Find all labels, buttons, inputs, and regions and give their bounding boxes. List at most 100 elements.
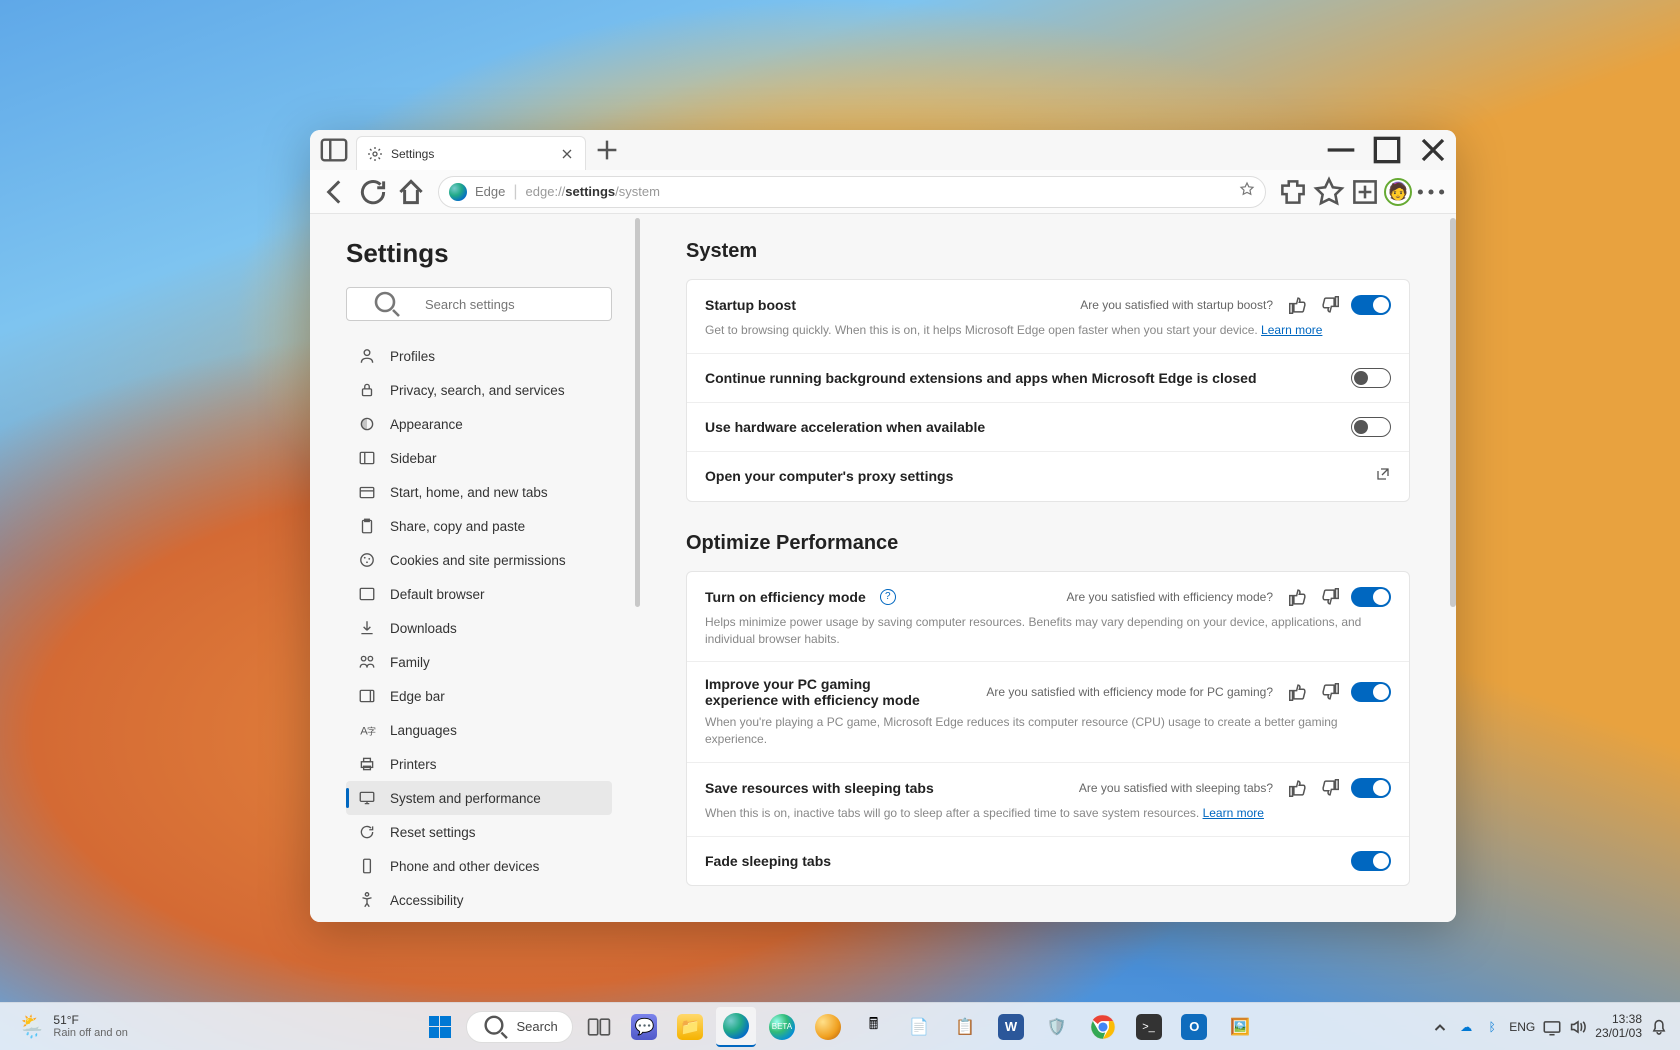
sidebar-item-printers[interactable]: Printers [346,747,612,781]
toggle-background-extensions[interactable] [1351,368,1391,388]
thumbs-up-button[interactable] [1287,586,1309,608]
start-button[interactable] [420,1007,460,1047]
info-icon[interactable]: ? [880,589,896,605]
sidebar-item-sidebar[interactable]: Sidebar [346,441,612,475]
back-button[interactable] [318,175,352,209]
taskbar-app-chrome[interactable] [1083,1007,1123,1047]
refresh-button[interactable] [356,175,390,209]
taskbar-app-edge-canary[interactable] [808,1007,848,1047]
minimize-button[interactable] [1318,130,1364,170]
system-icon [358,789,376,807]
toggle-gaming-efficiency[interactable] [1351,682,1391,702]
sidebar-item-privacy[interactable]: Privacy, search, and services [346,373,612,407]
row-title: Save resources with sleeping tabs [705,780,934,796]
taskbar-app-calculator[interactable]: 🖩 [854,1007,894,1047]
weather-temp: 51°F [53,1014,127,1027]
thumbs-down-button[interactable] [1319,294,1341,316]
taskbar-app-word[interactable]: W [991,1007,1031,1047]
tab-actions-button[interactable] [318,135,350,165]
scrollbar[interactable] [1450,218,1456,607]
language-indicator[interactable]: ENG [1509,1020,1535,1034]
taskbar-app-notepad[interactable]: 📄 [899,1007,939,1047]
sidebar-item-default-browser[interactable]: Default browser [346,577,612,611]
profile-avatar[interactable]: 🧑 [1384,178,1412,206]
onedrive-icon[interactable]: ☁ [1457,1018,1475,1036]
search-settings-box[interactable] [346,287,612,321]
search-settings-input[interactable] [425,297,601,312]
thumbs-up-button[interactable] [1287,777,1309,799]
browser-tab[interactable]: Settings [356,136,586,170]
bluetooth-icon[interactable]: ᛒ [1483,1018,1501,1036]
edge-icon [449,183,467,201]
sidebar-item-edge-bar[interactable]: Edge bar [346,679,612,713]
weather-widget[interactable]: 🌦️ 51°F Rain off and on [0,1014,128,1040]
row-desc: When you're playing a PC game, Microsoft… [705,714,1391,748]
toggle-efficiency-mode[interactable] [1351,587,1391,607]
learn-more-link[interactable]: Learn more [1203,806,1264,820]
thumbs-up-button[interactable] [1287,681,1309,703]
thumbs-down-button[interactable] [1319,586,1341,608]
more-menu-button[interactable] [1414,175,1448,209]
row-desc: When this is on, inactive tabs will go t… [705,805,1391,822]
taskbar-app-outlook[interactable]: O [1174,1007,1214,1047]
sidebar-item-reset[interactable]: Reset settings [346,815,612,849]
taskbar-app-teams[interactable]: 💬 [625,1007,665,1047]
tray-overflow-button[interactable] [1431,1018,1449,1036]
row-proxy-settings[interactable]: Open your computer's proxy settings [687,452,1409,501]
close-window-button[interactable] [1410,130,1456,170]
clock[interactable]: 13:38 23/01/03 [1595,1013,1642,1039]
sidebar-item-about[interactable]: About Microsoft Edge [346,917,612,922]
extensions-button[interactable] [1276,175,1310,209]
edge-canary-icon [815,1014,841,1040]
address-bar[interactable]: Edge | edge://settings/system [438,176,1266,208]
taskbar-app-terminal[interactable]: >_ [1129,1007,1169,1047]
sidebar-item-profiles[interactable]: Profiles [346,339,612,373]
shield-icon: 🛡️ [1044,1014,1070,1040]
sidebar-item-phone[interactable]: Phone and other devices [346,849,612,883]
volume-icon[interactable] [1569,1018,1587,1036]
thumbs-down-button[interactable] [1319,777,1341,799]
collections-button[interactable] [1348,175,1382,209]
sidebar-item-downloads[interactable]: Downloads [346,611,612,645]
taskbar-app-edge-beta[interactable]: BETA [762,1007,802,1047]
toggle-fade-sleeping-tabs[interactable] [1351,851,1391,871]
sidebar-item-family[interactable]: Family [346,645,612,679]
toggle-hardware-acceleration[interactable] [1351,417,1391,437]
new-tab-button[interactable] [592,135,622,165]
card-system: Startup boost Are you satisfied with sta… [686,279,1410,502]
taskbar-app-explorer[interactable]: 📁 [670,1007,710,1047]
learn-more-link[interactable]: Learn more [1261,323,1322,337]
toggle-startup-boost[interactable] [1351,295,1391,315]
sidebar-item-accessibility[interactable]: Accessibility [346,883,612,917]
favorites-button[interactable] [1312,175,1346,209]
notifications-button[interactable] [1650,1018,1668,1036]
taskbar-app-security[interactable]: 🛡️ [1037,1007,1077,1047]
sidebar-item-start[interactable]: Start, home, and new tabs [346,475,612,509]
taskbar-app-edge[interactable] [716,1007,756,1047]
home-button[interactable] [394,175,428,209]
toggle-sleeping-tabs[interactable] [1351,778,1391,798]
thumbs-up-button[interactable] [1287,294,1309,316]
sidebar-item-share[interactable]: Share, copy and paste [346,509,612,543]
taskbar-search[interactable]: Search [466,1011,573,1043]
task-view-button[interactable] [579,1007,619,1047]
sidebar-item-languages[interactable]: A字Languages [346,713,612,747]
thumbs-down-button[interactable] [1319,681,1341,703]
row-title: Use hardware acceleration when available [705,419,985,435]
sidebar-item-cookies[interactable]: Cookies and site permissions [346,543,612,577]
search-icon [481,1012,511,1042]
sidebar-item-appearance[interactable]: Appearance [346,407,612,441]
taskbar-app-sticky[interactable]: 📋 [945,1007,985,1047]
taskbar-app-generic[interactable]: 🖼️ [1220,1007,1260,1047]
row-gaming-efficiency: Improve your PC gaming experience with e… [687,662,1409,763]
edge-beta-icon: BETA [769,1014,795,1040]
favorite-star-icon[interactable] [1239,181,1255,202]
sidebar-item-system[interactable]: System and performance [346,781,612,815]
close-tab-button[interactable] [559,146,575,162]
chrome-icon [1090,1014,1116,1040]
task-view-icon [586,1014,612,1040]
network-icon[interactable] [1543,1018,1561,1036]
download-icon [358,619,376,637]
maximize-button[interactable] [1364,130,1410,170]
panel-icon [318,135,350,165]
